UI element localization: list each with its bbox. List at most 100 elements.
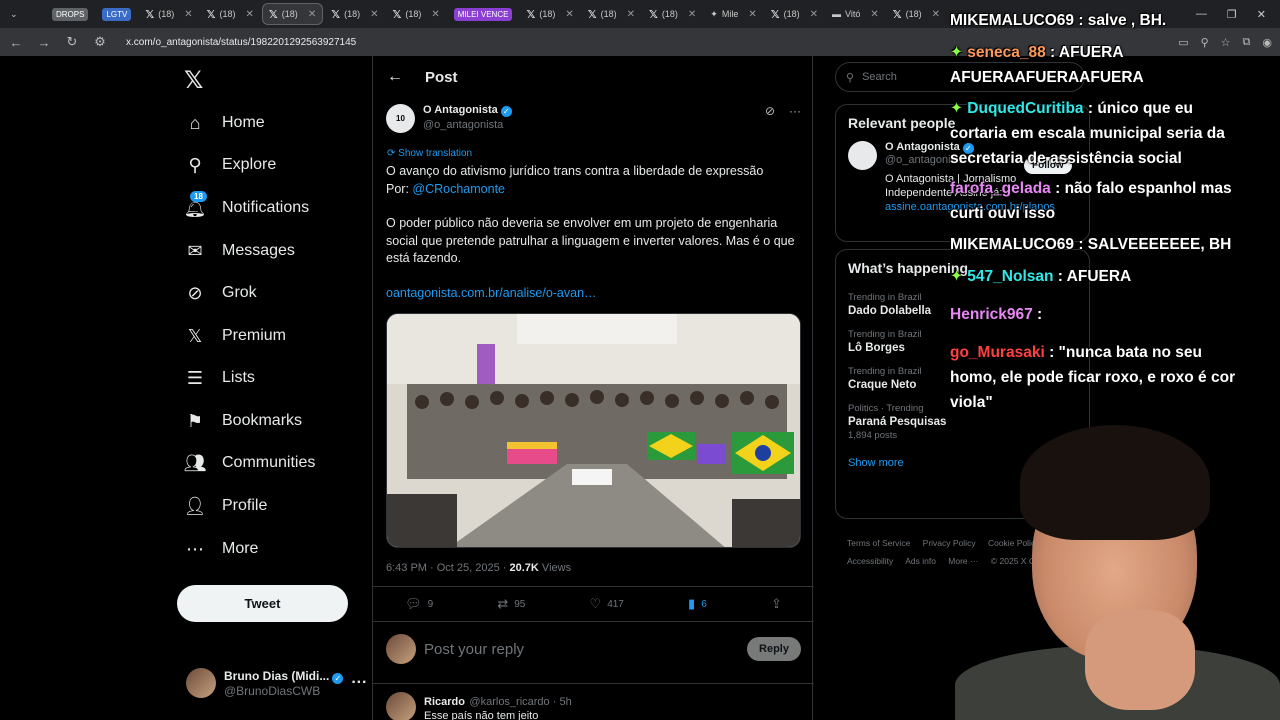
site-info-icon[interactable]: ⚙: [92, 34, 108, 50]
tab-pinned-milei[interactable]: MILEI VENCE: [448, 3, 519, 25]
tab-menu-button[interactable]: ⌄: [4, 3, 44, 25]
tab-x[interactable]: 𝕏 (18) ✕: [139, 3, 198, 25]
nav-lists[interactable]: ☰ Lists: [184, 363, 255, 393]
close-icon[interactable]: ✕: [308, 9, 316, 20]
profile-icon[interactable]: ◉: [1262, 36, 1272, 49]
url-input[interactable]: x.com/o_antagonista/status/1982201292563…: [126, 37, 356, 48]
chat-username: 547_Nolsan: [967, 268, 1054, 285]
bookmark-action[interactable]: ▮ 6: [688, 596, 707, 612]
nav-label: More: [222, 540, 259, 557]
reply-input[interactable]: Post your reply: [424, 641, 524, 658]
nav-label: Home: [222, 114, 265, 131]
close-icon[interactable]: ✕: [627, 9, 635, 20]
nav-profile[interactable]: 👤︎ Profile: [184, 491, 268, 521]
x-logo-icon[interactable]: 𝕏: [184, 66, 203, 95]
chat-username: DuquedCuritiba: [967, 100, 1084, 117]
site-icon: ✦: [710, 8, 718, 19]
chat-message: Henrick967 :: [950, 302, 1250, 327]
close-icon[interactable]: ✕: [870, 9, 878, 20]
forward-arrow-icon[interactable]: →: [36, 35, 52, 50]
tab-pinned-lgtv[interactable]: LGTV: [96, 3, 137, 25]
close-icon[interactable]: ✕: [748, 9, 756, 20]
bookmark-icon: ⚑: [186, 410, 204, 431]
tab-x[interactable]: 𝕏 (18) ✕: [582, 3, 641, 25]
avatar[interactable]: [386, 692, 416, 720]
account-switcher[interactable]: Bruno Dias (Midi... ✓ @BrunoDiasCWB ···: [186, 668, 367, 698]
tab-label: (18): [905, 9, 922, 19]
tweet-button[interactable]: Tweet: [177, 585, 348, 622]
nav-notifications[interactable]: 🔔︎ 18 Notifications: [184, 191, 309, 223]
show-translation-link[interactable]: ⟳ Show translation: [387, 148, 472, 159]
nav-communities[interactable]: 👥︎ Communities: [184, 448, 316, 478]
close-icon[interactable]: ✕: [184, 9, 192, 20]
nav-explore[interactable]: ⚲ Explore: [184, 150, 276, 180]
tab-milei[interactable]: ✦ Mile ✕: [704, 3, 762, 25]
chat-message: MIKEMALUCO69 : salve , BH.: [950, 8, 1250, 33]
bookmark-icon: ▮: [688, 596, 696, 611]
more-icon[interactable]: ···: [789, 104, 801, 133]
like-action[interactable]: ♡ 417: [590, 596, 624, 612]
tab-x[interactable]: 𝕏 (18) ✕: [765, 3, 824, 25]
tab-label: Mile: [721, 9, 739, 19]
share-action[interactable]: ⇪: [771, 596, 782, 612]
tab-pinned-drops[interactable]: DROPS: [46, 3, 94, 25]
close-icon[interactable]: ✕: [370, 9, 378, 20]
tab-x[interactable]: 𝕏 (18) ✕: [201, 3, 260, 25]
timestamp[interactable]: 6:43 PM · Oct 25, 2025 ·: [386, 562, 510, 574]
reply-author-handle[interactable]: @karlos_ricardo · 5h: [469, 696, 571, 708]
reply-item[interactable]: Ricardo @karlos_ricardo · 5h Esse país n…: [373, 683, 814, 720]
nav-premium[interactable]: 𝕏 Premium: [184, 321, 286, 351]
notification-count-badge: 18: [190, 191, 207, 202]
post-photo[interactable]: [386, 313, 801, 548]
back-arrow-icon[interactable]: ←: [387, 68, 403, 86]
nav-home[interactable]: ⌂ Home: [184, 108, 265, 138]
author-name[interactable]: O Antagonista ✓: [423, 104, 512, 117]
author-handle[interactable]: @o_antagonista: [423, 119, 512, 131]
like-count: 417: [607, 598, 624, 610]
tab-x-active[interactable]: 𝕏 (18) ✕: [261, 3, 324, 25]
grok-icon[interactable]: ⊘: [765, 104, 775, 133]
close-icon[interactable]: ✕: [932, 9, 940, 20]
left-navigation: 𝕏 ⌂ Home ⚲ Explore 🔔︎ 18 Notifications ✉ …: [170, 56, 370, 720]
footer-link[interactable]: Accessibility: [847, 556, 893, 566]
chat-text: : SALVEEEEEEE, BH: [1074, 236, 1232, 253]
more-icon[interactable]: ···: [351, 674, 367, 692]
mention-link[interactable]: @CRochamonte: [412, 182, 505, 196]
tab-x[interactable]: 𝕏 (18) ✕: [386, 3, 445, 25]
post-byline: Por: @CRochamonte: [386, 181, 806, 199]
tab-label: (18): [344, 9, 361, 19]
tab-vito[interactable]: ▬ Vitó ✕: [826, 3, 885, 25]
footer-link[interactable]: Terms of Service: [847, 538, 910, 548]
nav-more[interactable]: ⋯ More: [184, 534, 258, 564]
avatar[interactable]: [848, 141, 877, 170]
mail-icon: ✉: [187, 240, 203, 261]
close-icon[interactable]: ✕: [810, 9, 818, 20]
heart-icon: ♡: [589, 596, 602, 611]
close-icon[interactable]: ✕: [565, 9, 573, 20]
tab-x[interactable]: 𝕏 (18) ✕: [643, 3, 702, 25]
close-icon[interactable]: ✕: [431, 9, 439, 20]
nav-messages[interactable]: ✉ Messages: [184, 236, 294, 266]
list-icon: ☰: [186, 367, 204, 388]
close-icon[interactable]: ✕: [688, 9, 696, 20]
tab-label: (18): [281, 9, 298, 19]
nav-bookmarks[interactable]: ⚑ Bookmarks: [184, 406, 302, 436]
search-placeholder: Search: [862, 71, 897, 83]
chat-message: go_Murasaki : "nunca bata no seu homo, e…: [950, 340, 1250, 415]
repost-action[interactable]: ⇄ 95: [497, 596, 525, 612]
reply-action[interactable]: 💬︎ 9: [405, 596, 433, 612]
tab-x[interactable]: 𝕏 (18) ✕: [887, 3, 946, 25]
tab-x[interactable]: 𝕏 (18) ✕: [520, 3, 579, 25]
back-arrow-icon[interactable]: ←: [8, 35, 24, 50]
chat-message: ✦ DuquedCuritiba : único que eu cortaria…: [950, 96, 1250, 171]
tab-x[interactable]: 𝕏 (18) ✕: [325, 3, 384, 25]
reply-author-name[interactable]: Ricardo: [424, 696, 465, 708]
avatar[interactable]: 10: [386, 104, 415, 133]
close-icon[interactable]: ✕: [246, 9, 254, 20]
site-icon: ▬: [832, 9, 842, 19]
reload-icon[interactable]: ↻: [64, 34, 80, 50]
reply-button[interactable]: Reply: [747, 637, 801, 661]
nav-grok[interactable]: ⊘ Grok: [184, 278, 256, 308]
article-link[interactable]: oantagonista.com.br/analise/o-avan…: [386, 285, 806, 303]
close-window-icon[interactable]: ✕: [1257, 8, 1266, 21]
